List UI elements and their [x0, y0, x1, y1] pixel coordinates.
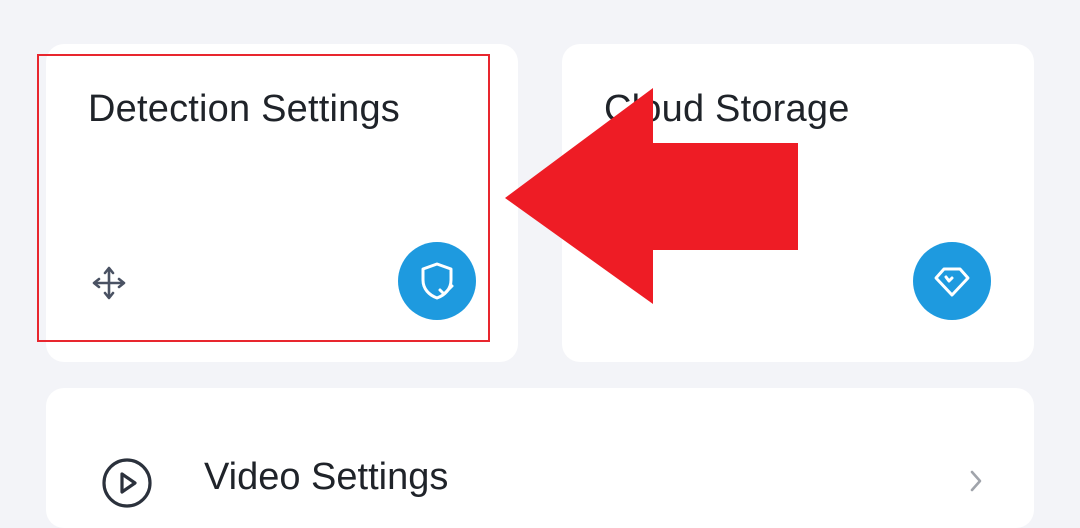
- move-arrows-icon[interactable]: [90, 264, 128, 302]
- cloud-storage-card[interactable]: Cloud Storage: [562, 44, 1034, 362]
- detection-badge: [398, 242, 476, 320]
- cloud-badge: [913, 242, 991, 320]
- detection-settings-card[interactable]: Detection Settings: [46, 44, 518, 362]
- detection-settings-title: Detection Settings: [88, 88, 400, 130]
- diamond-icon: [934, 267, 970, 297]
- chevron-right-icon: [970, 470, 982, 492]
- video-settings-label: Video Settings: [204, 456, 449, 498]
- play-circle-icon: [102, 458, 152, 508]
- shield-check-icon: [421, 262, 454, 300]
- cloud-storage-title: Cloud Storage: [604, 88, 850, 130]
- video-settings-row[interactable]: Video Settings: [46, 388, 1034, 528]
